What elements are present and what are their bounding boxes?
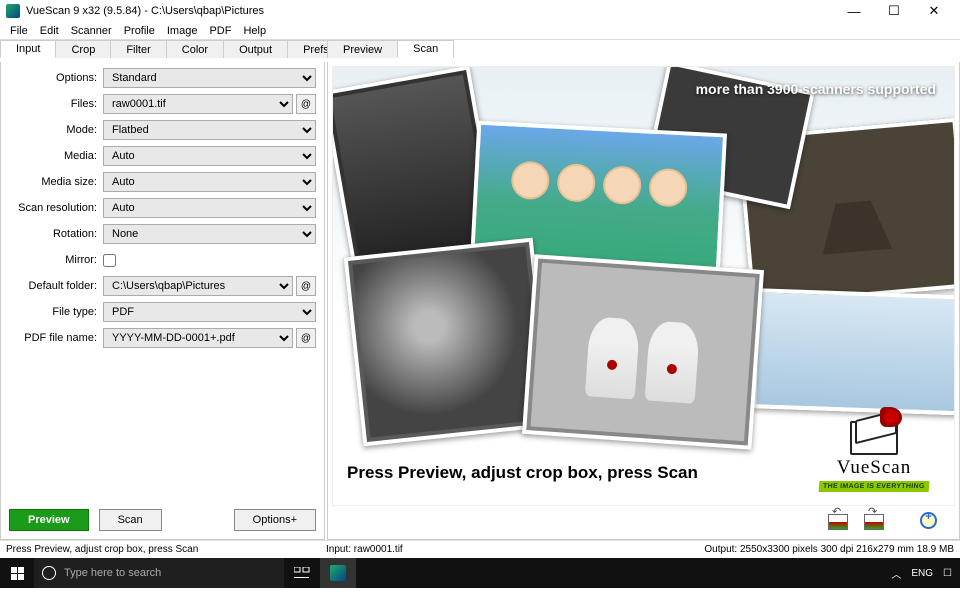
files-select[interactable]: raw0001.tif xyxy=(103,94,293,114)
banner-text: more than 3900 scanners supported xyxy=(696,81,936,97)
status-output: Output: 2550x3300 pixels 300 dpi 216x279… xyxy=(704,544,954,555)
settings-pane: Options: Standard Files: raw0001.tif @ M… xyxy=(0,62,325,540)
system-tray: ︿ ENG ☐ xyxy=(891,566,960,581)
files-browse-button[interactable]: @ xyxy=(296,94,316,114)
tab-output[interactable]: Output xyxy=(223,40,288,58)
mirror-checkbox[interactable] xyxy=(103,254,116,267)
options-plus-button[interactable]: Options+ xyxy=(234,509,316,531)
media-label: Media: xyxy=(5,150,103,162)
scan-resolution-label: Scan resolution: xyxy=(5,202,103,214)
tray-language[interactable]: ENG xyxy=(911,568,933,579)
tab-scan[interactable]: Scan xyxy=(397,40,454,58)
preview-area: more than 3900 scanners supported Press … xyxy=(332,66,955,506)
rotation-select[interactable]: None xyxy=(103,224,316,244)
sample-collage: more than 3900 scanners supported Press … xyxy=(333,67,954,505)
close-button[interactable]: ✕ xyxy=(914,0,954,22)
pdf-file-name-label: PDF file name: xyxy=(5,332,103,344)
windows-taskbar: Type here to search ︿ ENG ☐ xyxy=(0,558,960,588)
tab-filter[interactable]: Filter xyxy=(110,40,166,58)
status-input: Input: raw0001.tif xyxy=(326,544,704,555)
app-icon xyxy=(6,4,20,18)
options-label: Options: xyxy=(5,72,103,84)
mirror-label: Mirror: xyxy=(5,254,103,266)
maximize-button[interactable]: ☐ xyxy=(874,0,914,22)
default-folder-browse-button[interactable]: @ xyxy=(296,276,316,296)
vuescan-logo: VueScan THE IMAGE IS EVERYTHING xyxy=(804,417,944,497)
instruction-text: Press Preview, adjust crop box, press Sc… xyxy=(347,463,698,483)
options-select[interactable]: Standard xyxy=(103,68,316,88)
menu-profile[interactable]: Profile xyxy=(118,25,161,37)
tab-color[interactable]: Color xyxy=(166,40,224,58)
sample-photo-dog xyxy=(344,238,553,447)
preview-pane: more than 3900 scanners supported Press … xyxy=(327,62,960,540)
scan-button[interactable]: Scan xyxy=(99,509,162,531)
tab-preview[interactable]: Preview xyxy=(327,40,398,58)
mode-select[interactable]: Flatbed xyxy=(103,120,316,140)
tray-expand-icon[interactable]: ︿ xyxy=(891,566,901,581)
tray-notifications-icon[interactable]: ☐ xyxy=(943,568,952,579)
mode-label: Mode: xyxy=(5,124,103,136)
media-size-select[interactable]: Auto xyxy=(103,172,316,192)
file-type-select[interactable]: PDF xyxy=(103,302,316,322)
menu-file[interactable]: File xyxy=(4,25,34,37)
tab-input[interactable]: Input xyxy=(0,40,56,58)
cortana-icon xyxy=(42,566,56,580)
tab-crop[interactable]: Crop xyxy=(55,40,111,58)
scanner-icon xyxy=(850,417,898,455)
rotation-label: Rotation: xyxy=(5,228,103,240)
taskbar-search[interactable]: Type here to search xyxy=(34,558,284,588)
menu-image[interactable]: Image xyxy=(161,25,204,37)
default-folder-label: Default folder: xyxy=(5,280,103,292)
taskbar-app-vuescan[interactable] xyxy=(320,558,356,588)
rotate-left-button[interactable] xyxy=(827,511,849,533)
files-label: Files: xyxy=(5,98,103,110)
menu-edit[interactable]: Edit xyxy=(34,25,65,37)
media-size-label: Media size: xyxy=(5,176,103,188)
sample-photo-boys xyxy=(522,254,764,450)
logo-tagline: THE IMAGE IS EVERYTHING xyxy=(819,481,929,492)
menu-bar: File Edit Scanner Profile Image PDF Help xyxy=(0,22,960,40)
pdf-file-name-browse-button[interactable]: @ xyxy=(296,328,316,348)
status-bar: Press Preview, adjust crop box, press Sc… xyxy=(0,540,960,558)
task-view-button[interactable] xyxy=(284,558,320,588)
file-type-label: File type: xyxy=(5,306,103,318)
window-title: VueScan 9 x32 (9.5.84) - C:\Users\qbap\P… xyxy=(26,5,834,17)
rotate-right-button[interactable] xyxy=(863,511,885,533)
start-button[interactable] xyxy=(0,558,34,588)
media-select[interactable]: Auto xyxy=(103,146,316,166)
search-placeholder: Type here to search xyxy=(64,567,161,579)
menu-scanner[interactable]: Scanner xyxy=(65,25,118,37)
pdf-file-name-select[interactable]: YYYY-MM-DD-0001+.pdf xyxy=(103,328,293,348)
preview-button[interactable]: Preview xyxy=(9,509,89,531)
sample-photo-scanner xyxy=(752,288,955,416)
status-hint: Press Preview, adjust crop box, press Sc… xyxy=(6,544,326,555)
menu-pdf[interactable]: PDF xyxy=(203,25,237,37)
title-bar: VueScan 9 x32 (9.5.84) - C:\Users\qbap\P… xyxy=(0,0,960,22)
menu-help[interactable]: Help xyxy=(237,25,272,37)
scan-resolution-select[interactable]: Auto xyxy=(103,198,316,218)
logo-text: VueScan xyxy=(804,457,944,479)
minimize-button[interactable]: — xyxy=(834,0,874,22)
default-folder-select[interactable]: C:\Users\qbap\Pictures xyxy=(103,276,293,296)
zoom-in-button[interactable] xyxy=(919,511,941,533)
